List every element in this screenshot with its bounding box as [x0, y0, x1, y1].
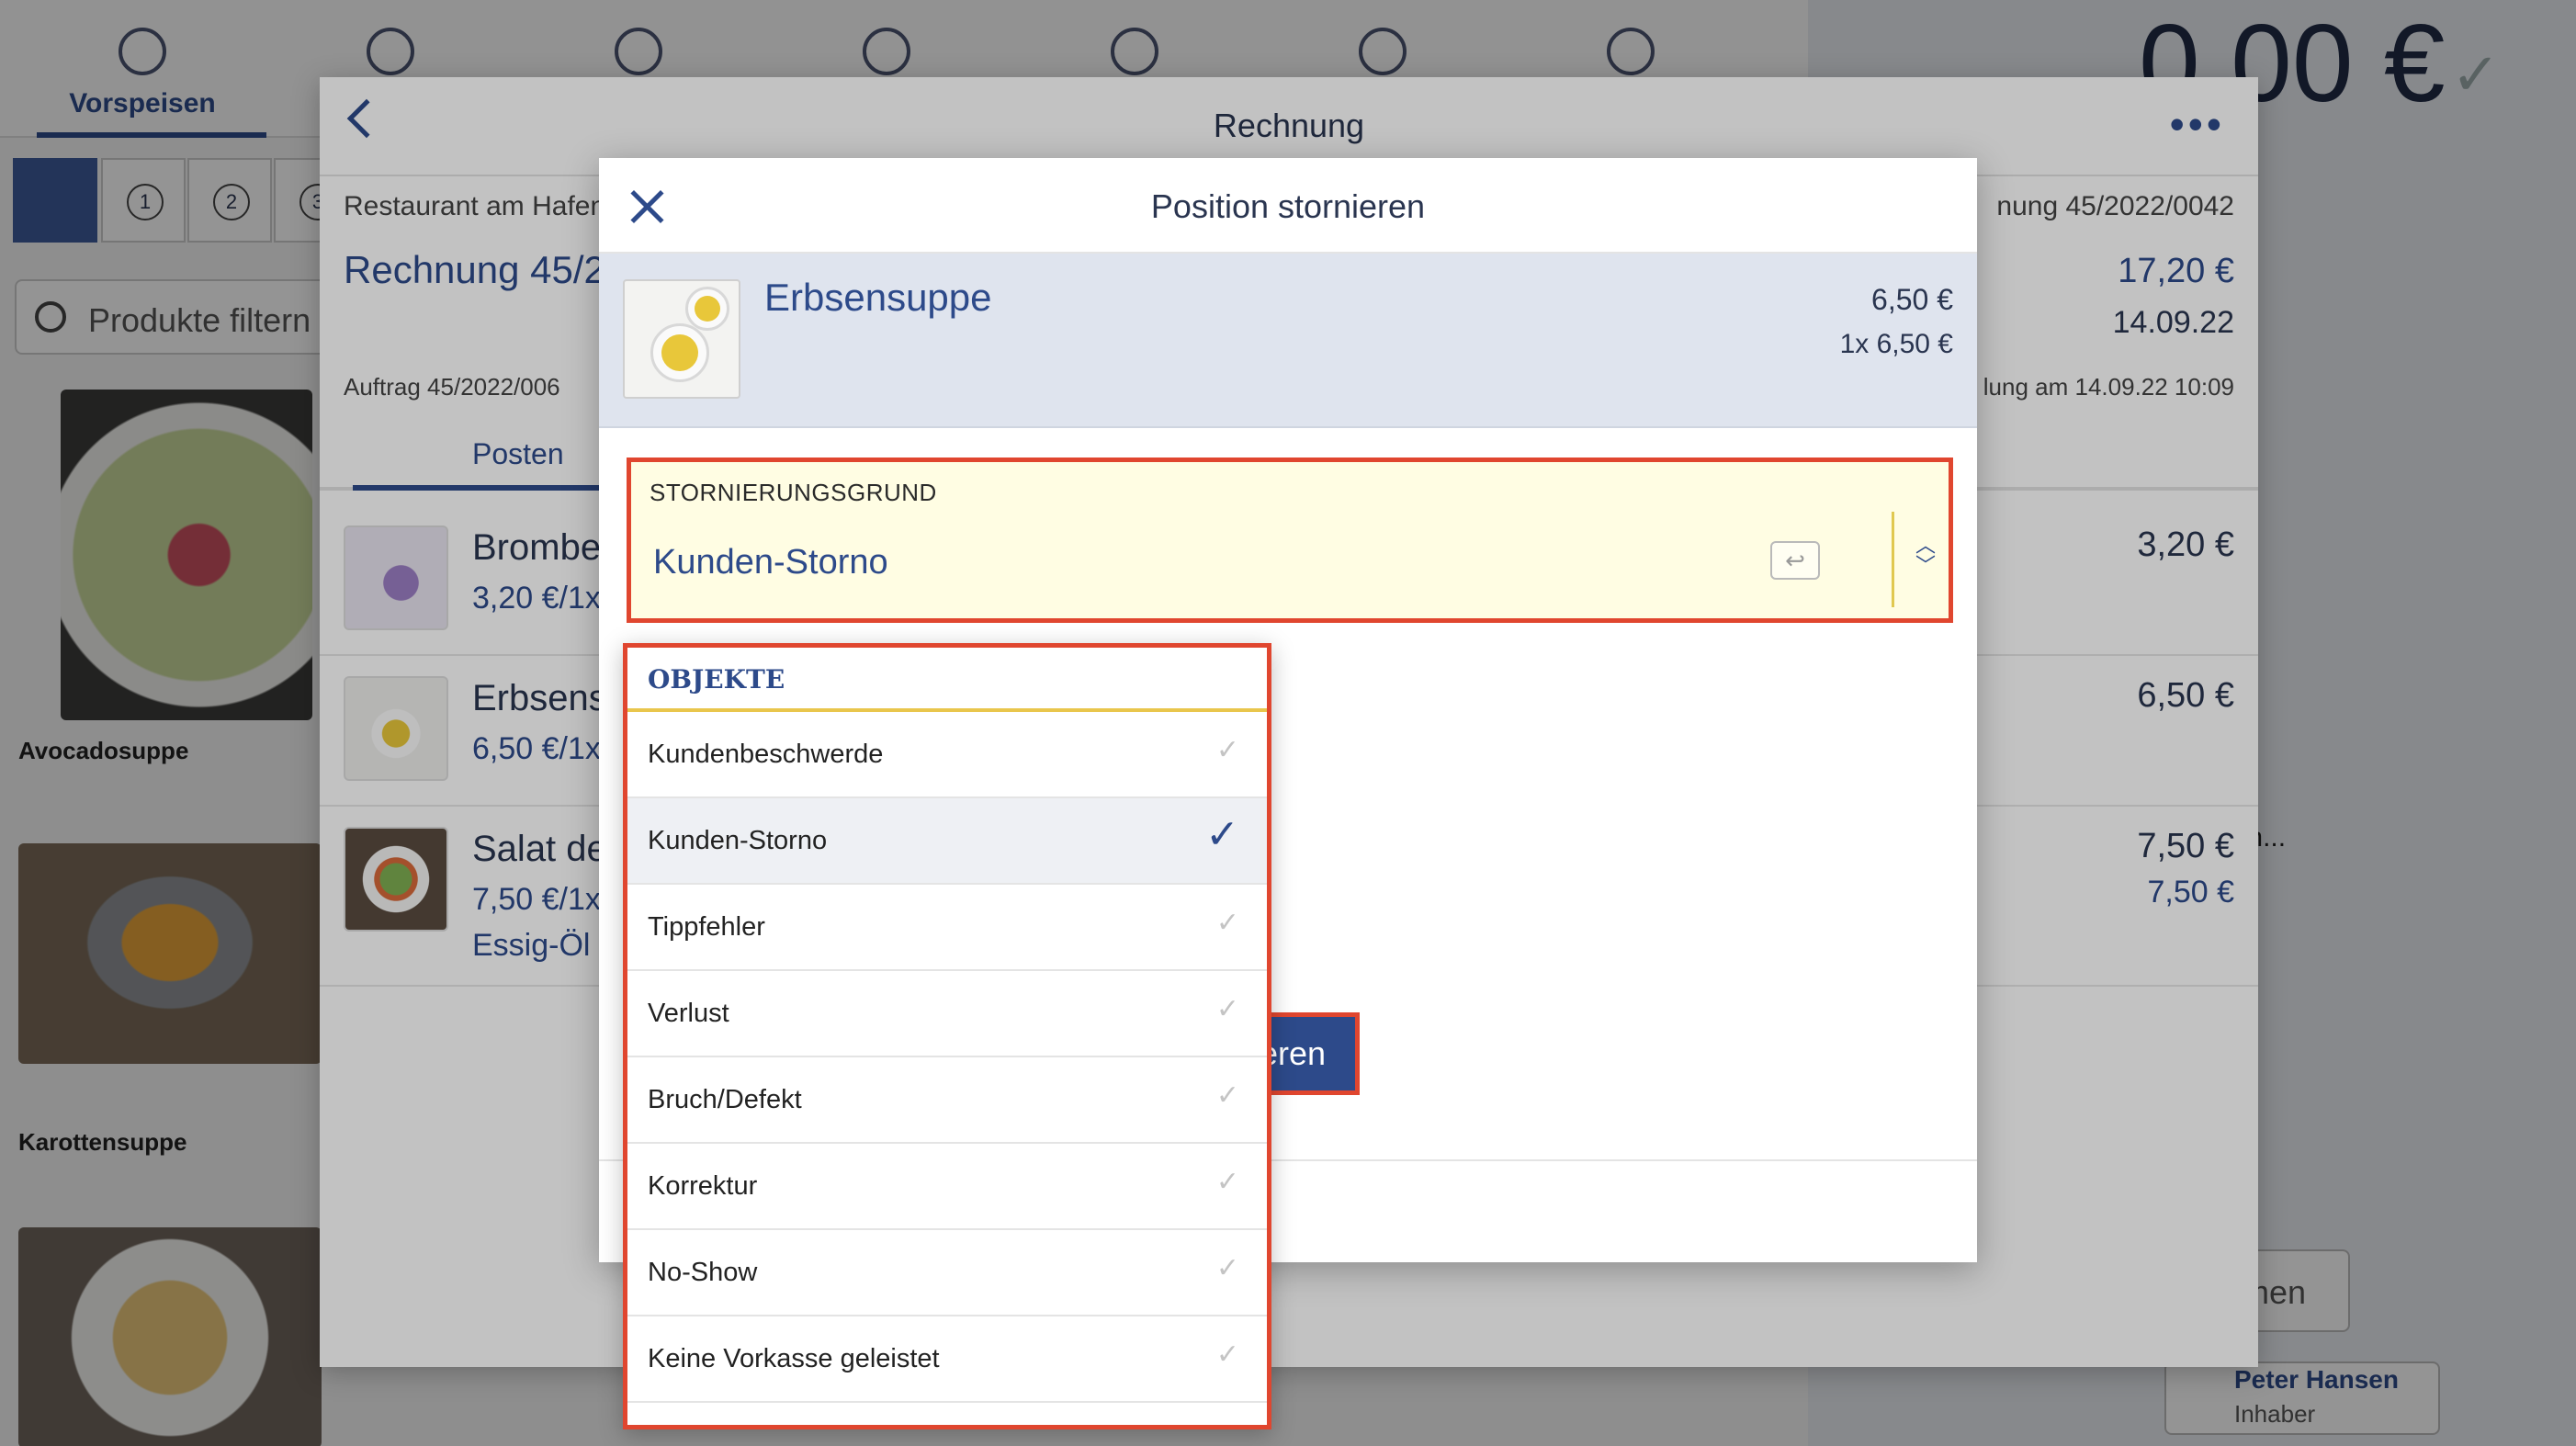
check-icon: ✓	[1205, 812, 1239, 857]
check-icon: ✓	[1215, 1080, 1239, 1111]
up-down-chevron-icon[interactable]: ︿ ﹀	[1912, 536, 1939, 580]
check-icon: ✓	[1215, 1253, 1239, 1283]
reason-label: STORNIERUNGSGRUND	[650, 479, 937, 506]
item-quantity-line: 1x 6,50 €	[1839, 329, 1953, 359]
option-label: Verlust	[648, 999, 729, 1028]
item-price: 6,50 €	[1871, 283, 1953, 316]
reason-dropdown: OBJEKTE Kundenbeschwerde ✓ Kunden-Storno…	[623, 643, 1271, 1429]
check-icon: ✓	[1215, 994, 1239, 1024]
dropdown-header-label: OBJEKTE	[648, 664, 785, 695]
storno-item: Erbsensuppe 6,50 € 1x 6,50 €	[599, 254, 1977, 428]
option-verlust[interactable]: Verlust ✓	[627, 971, 1267, 1057]
option-kunden-storno[interactable]: Kunden-Storno ✓	[627, 798, 1267, 885]
storno-reason-field[interactable]: STORNIERUNGSGRUND Kunden-Storno ↩ ︿ ﹀	[627, 458, 1953, 623]
item-thumbnail	[623, 279, 740, 399]
option-label: Korrektur	[648, 1171, 758, 1201]
check-icon: ✓	[1215, 1167, 1239, 1197]
option-label: Keine Vorkasse geleistet	[648, 1344, 940, 1373]
modal-header: Position stornieren	[599, 158, 1977, 254]
option-label: Tippfehler	[648, 912, 765, 942]
soup-shape	[661, 334, 698, 371]
modal-title: Position stornieren	[1150, 187, 1426, 225]
enter-key-icon[interactable]: ↩	[1770, 541, 1820, 580]
option-label: Kundenbeschwerde	[648, 740, 884, 769]
soup-shape	[695, 296, 720, 322]
option-label: Kunden-Storno	[648, 826, 828, 855]
reason-value[interactable]: Kunden-Storno	[653, 543, 888, 582]
option-no-show[interactable]: No-Show ✓	[627, 1230, 1267, 1316]
option-bruch-defekt[interactable]: Bruch/Defekt ✓	[627, 1057, 1267, 1144]
dropdown-header: OBJEKTE	[627, 648, 1267, 712]
option-kundenbeschwerde[interactable]: Kundenbeschwerde ✓	[627, 712, 1267, 798]
check-icon: ✓	[1215, 735, 1239, 765]
check-icon: ✓	[1215, 1339, 1239, 1370]
option-korrektur[interactable]: Korrektur ✓	[627, 1144, 1267, 1230]
option-keine-vorkasse[interactable]: Keine Vorkasse geleistet ✓	[627, 1316, 1267, 1403]
item-name: Erbsensuppe	[764, 276, 992, 319]
option-label: Bruch/Defekt	[648, 1085, 802, 1114]
field-separator	[1892, 512, 1894, 607]
option-label: No-Show	[648, 1258, 758, 1287]
option-tippfehler[interactable]: Tippfehler ✓	[627, 885, 1267, 971]
check-icon: ✓	[1215, 908, 1239, 938]
